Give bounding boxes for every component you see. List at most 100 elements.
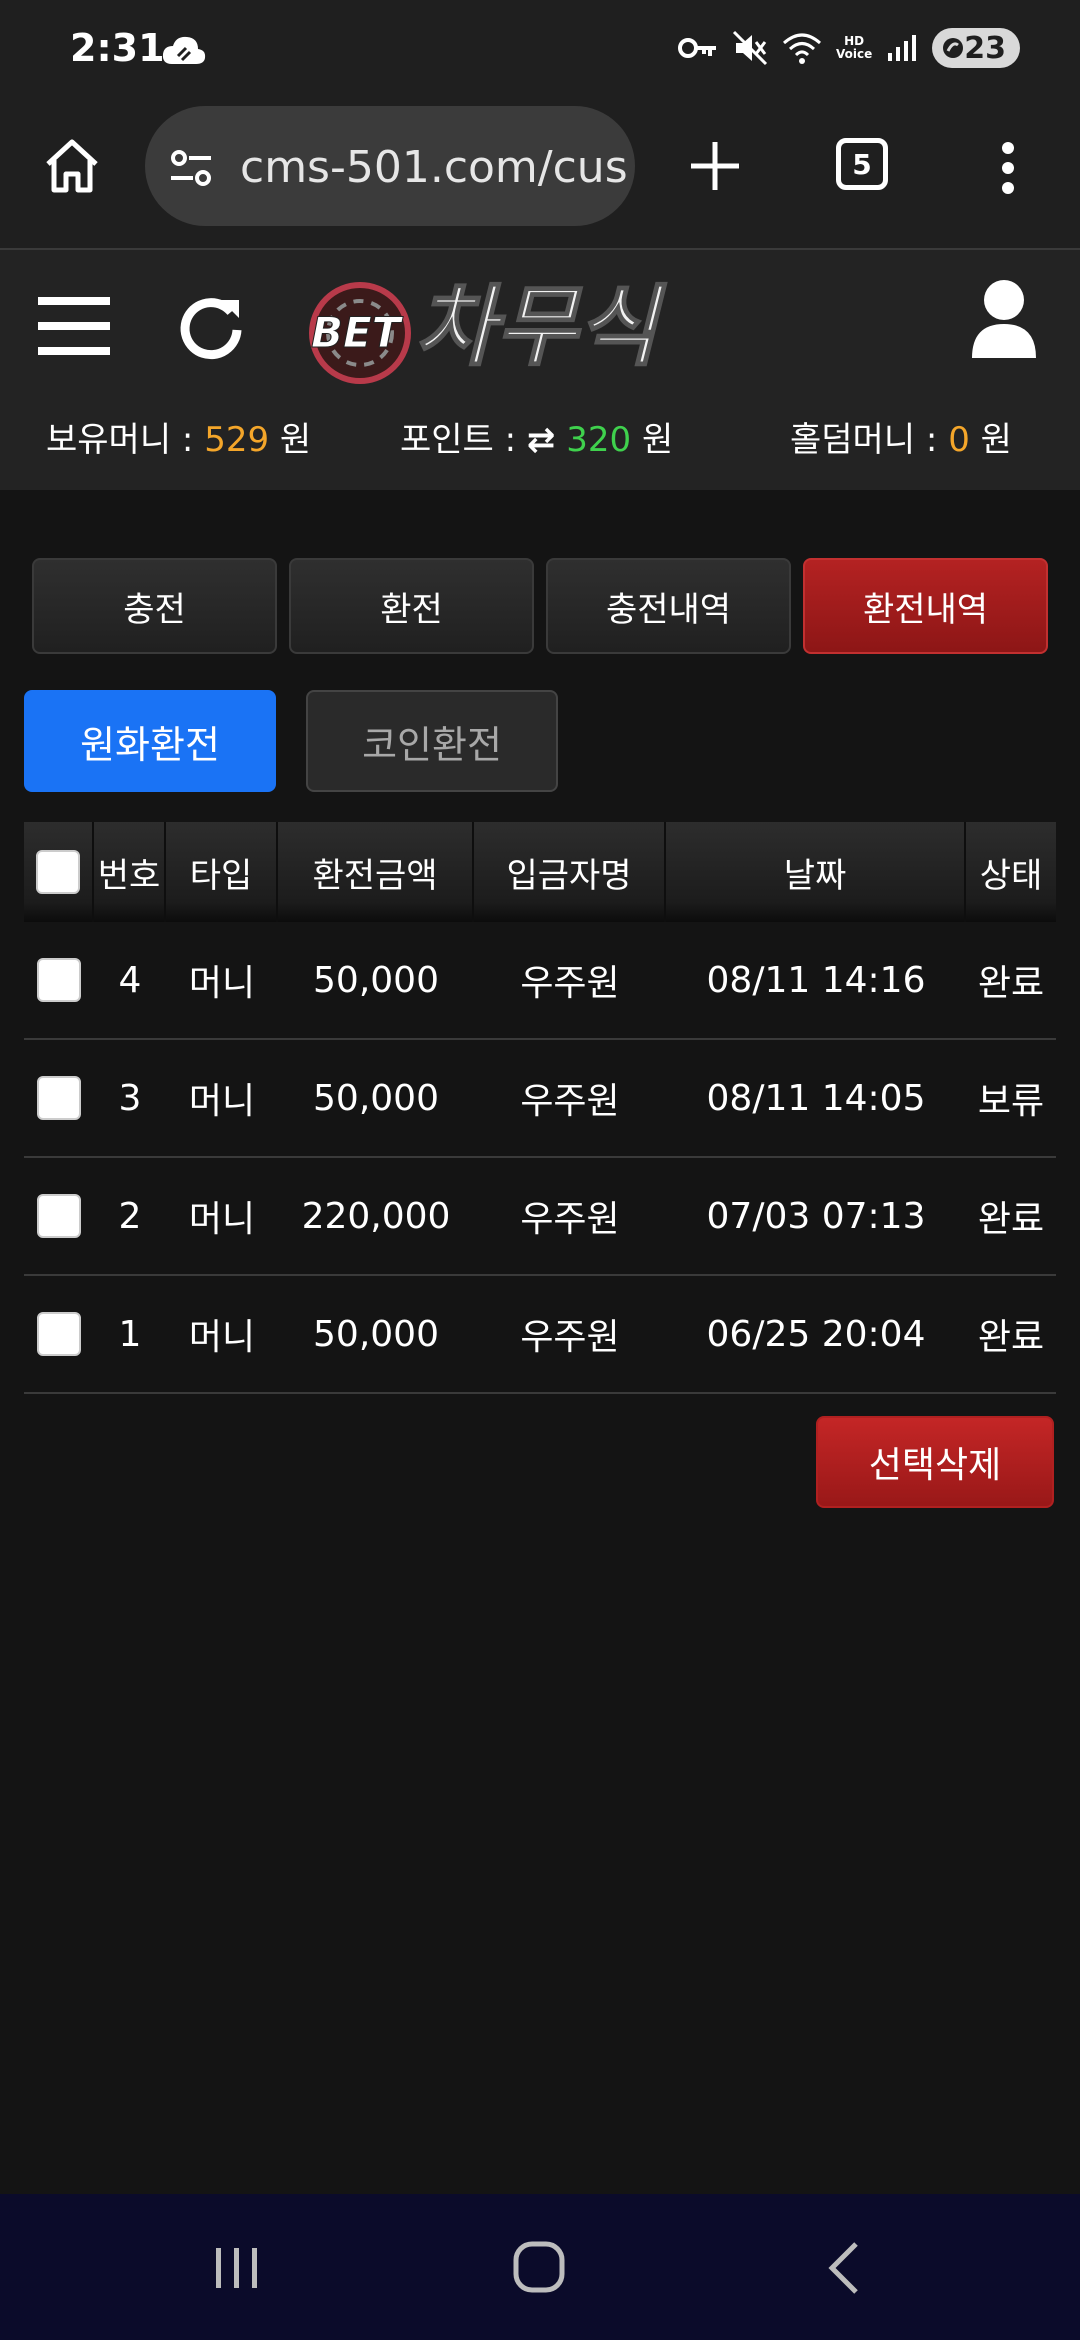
cloud-sync-icon (162, 36, 206, 64)
table-header: 번호 타입 환전금액 입금자명 날짜 상태 (24, 822, 1056, 922)
exchange-history-table: 번호 타입 환전금액 입금자명 날짜 상태 4 머니 50,000 우주원 08… (24, 822, 1056, 1394)
row-checkbox[interactable] (37, 1076, 81, 1120)
header-number: 번호 (94, 822, 166, 922)
row-date: 08/11 14:05 (706, 1077, 926, 1119)
row-date: 06/25 20:04 (706, 1313, 926, 1355)
money-unit: 원 (269, 420, 312, 460)
point-balance: 포인트 : ⇄ 320 원 (400, 412, 673, 461)
tab-exchange-history[interactable]: 환전내역 (803, 558, 1048, 654)
tab-exchange[interactable]: 환전 (289, 558, 534, 654)
delete-selected-button[interactable]: 선택삭제 (816, 1416, 1054, 1508)
header-depositor: 입금자명 (474, 822, 666, 922)
row-type: 머니 (188, 963, 256, 1004)
battery-indicator: 23 (932, 28, 1020, 68)
holdem-unit: 원 (969, 420, 1012, 460)
browser-toolbar: cms-501.com/cus 5 (0, 100, 1080, 250)
select-all-cell (24, 822, 94, 922)
table-row: 4 머니 50,000 우주원 08/11 14:16 완료 (24, 922, 1056, 1040)
home-nav-icon[interactable] (512, 2240, 566, 2294)
row-select-cell (24, 1276, 94, 1392)
row-type: 머니 (188, 1081, 256, 1122)
status-icons: HD Voice 23 (678, 28, 1020, 68)
refresh-icon[interactable] (175, 290, 247, 362)
site-header: BET 차무식 보유머니 : 529 원 포인트 : ⇄ 320 원 홀덤머니 … (0, 250, 1080, 490)
row-depositor: 우주원 (520, 1199, 620, 1240)
row-checkbox[interactable] (37, 1194, 81, 1238)
row-select-cell (24, 1158, 94, 1274)
tab-coin-exchange[interactable]: 코인환전 (306, 690, 558, 792)
row-type: 머니 (188, 1199, 256, 1240)
row-number: 2 (118, 1195, 142, 1237)
logo-bet-text: BET (311, 308, 404, 357)
voice-label: Voice (836, 47, 873, 61)
hd-voice-icon: HD Voice (836, 35, 872, 61)
row-status: 완료 (977, 1317, 1045, 1358)
table-row: 3 머니 50,000 우주원 08/11 14:05 보류 (24, 1040, 1056, 1158)
header-type: 타입 (166, 822, 278, 922)
row-amount: 50,000 (313, 959, 439, 1001)
holdem-balance: 홀덤머니 : 0 원 (790, 412, 1012, 461)
tab-switcher-button[interactable]: 5 (836, 138, 888, 190)
sub-tabs: 원화환전 코인환전 (24, 690, 558, 792)
system-nav-bar (0, 2194, 1080, 2340)
row-amount: 50,000 (313, 1077, 439, 1119)
wifi-icon (783, 33, 821, 64)
row-number: 4 (118, 959, 142, 1001)
row-checkbox[interactable] (37, 958, 81, 1002)
menu-icon[interactable] (38, 295, 110, 357)
exchange-arrows-icon[interactable]: ⇄ (527, 420, 556, 460)
url-text: cms-501.com/cus (240, 142, 628, 193)
signal-icon (888, 35, 917, 61)
main-tabs: 충전 환전 충전내역 환전내역 (32, 558, 1048, 654)
table-row: 2 머니 220,000 우주원 07/03 07:13 완료 (24, 1158, 1056, 1276)
tab-krw-exchange[interactable]: 원화환전 (24, 690, 276, 792)
row-date: 08/11 14:16 (706, 959, 926, 1001)
new-tab-icon[interactable] (685, 136, 745, 196)
row-amount: 50,000 (313, 1313, 439, 1355)
row-select-cell (24, 1040, 94, 1156)
battery-level: 23 (964, 30, 1006, 66)
row-select-cell (24, 922, 94, 1038)
header-date: 날짜 (666, 822, 966, 922)
mute-icon (732, 30, 768, 66)
tab-count: 5 (852, 147, 872, 181)
row-checkbox[interactable] (37, 1312, 81, 1356)
row-number: 3 (118, 1077, 142, 1119)
tab-charge-history[interactable]: 충전내역 (546, 558, 791, 654)
site-settings-icon[interactable] (167, 146, 215, 190)
holdem-value: 0 (948, 420, 970, 460)
point-label: 포인트 : (400, 420, 527, 460)
row-status: 보류 (977, 1081, 1045, 1122)
row-number: 1 (118, 1313, 142, 1355)
row-amount: 220,000 (301, 1195, 451, 1237)
table-row: 1 머니 50,000 우주원 06/25 20:04 완료 (24, 1276, 1056, 1394)
recent-apps-icon[interactable] (212, 2246, 262, 2290)
row-depositor: 우주원 (520, 1081, 620, 1122)
user-icon[interactable] (968, 278, 1040, 360)
money-balance: 보유머니 : 529 원 (46, 412, 311, 461)
logo-title-text: 차무식 (415, 275, 667, 378)
site-logo[interactable]: BET 차무식 (305, 265, 765, 390)
back-icon[interactable] (826, 2240, 862, 2296)
point-unit: 원 (631, 420, 674, 460)
row-status: 완료 (977, 963, 1045, 1004)
battery-saver-icon (943, 38, 964, 58)
money-value: 529 (204, 420, 270, 460)
point-value: 320 (566, 420, 632, 460)
row-status: 완료 (977, 1199, 1045, 1240)
more-options-icon[interactable] (998, 140, 1018, 196)
row-depositor: 우주원 (520, 963, 620, 1004)
status-time: 2:31 (70, 26, 165, 70)
select-all-checkbox[interactable] (36, 850, 80, 894)
address-bar[interactable]: cms-501.com/cus (145, 106, 635, 226)
row-type: 머니 (188, 1317, 256, 1358)
header-status: 상태 (979, 855, 1043, 896)
key-icon (678, 38, 716, 58)
tab-charge[interactable]: 충전 (32, 558, 277, 654)
header-amount: 환전금액 (278, 822, 474, 922)
holdem-label: 홀덤머니 : (790, 420, 949, 460)
row-depositor: 우주원 (520, 1317, 620, 1358)
row-date: 07/03 07:13 (706, 1195, 926, 1237)
home-icon[interactable] (40, 134, 104, 198)
money-label: 보유머니 : (46, 420, 205, 460)
